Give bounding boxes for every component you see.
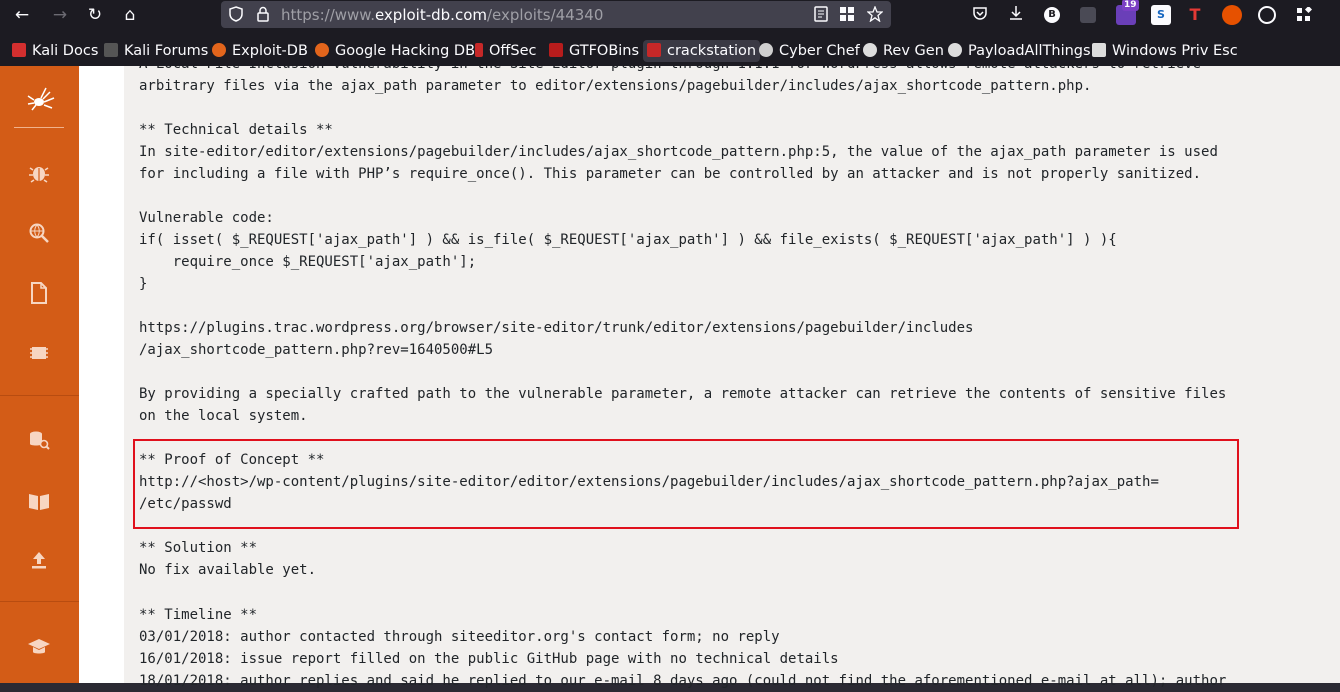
extension-puzzle-icon[interactable] — [1080, 7, 1096, 23]
code-line: No fix available yet. — [139, 562, 317, 578]
sidebar — [0, 66, 79, 683]
book-icon — [1092, 43, 1106, 57]
bookmark-label: Kali Docs — [32, 43, 99, 59]
bookmark-label: Exploit-DB — [232, 43, 308, 59]
pocket-icon[interactable] — [972, 5, 988, 21]
url-text[interactable]: https://www.exploit-db.com/exploits/4434… — [281, 6, 603, 24]
grid-icon[interactable] — [839, 6, 855, 22]
t-extension-icon[interactable]: T — [1185, 5, 1205, 25]
bookmark-label: Cyber Chef — [779, 43, 860, 59]
chip-icon[interactable] — [27, 341, 51, 365]
kali-docs-icon — [12, 43, 26, 57]
bookmark-label: Rev Gen — [883, 43, 944, 59]
back-icon[interactable]: ← — [10, 3, 34, 27]
ghdb-icon — [315, 43, 329, 57]
code-line: 03/01/2018: author contacted through sit… — [139, 629, 780, 645]
home-icon[interactable]: ⌂ — [118, 3, 142, 27]
sidebar-divider — [0, 395, 79, 396]
bookmark-windows-priv-esc[interactable]: Windows Priv Esc — [1092, 40, 1238, 62]
bookmark-label: Kali Forums — [124, 43, 209, 59]
profile-b-icon[interactable]: B — [1044, 7, 1060, 23]
code-line: } — [139, 276, 148, 292]
bookmark-label: Google Hacking DB — [335, 43, 476, 59]
bookmark-kali-forums[interactable]: Kali Forums — [104, 40, 208, 62]
code-heading: ** Timeline ** — [139, 607, 258, 623]
bookmark-label: Windows Priv Esc — [1112, 43, 1238, 59]
kali-forums-icon — [104, 43, 118, 57]
graduation-cap-icon[interactable] — [27, 635, 51, 659]
url-domain: exploit-db.com — [374, 6, 487, 24]
url-bar[interactable]: https://www.exploit-db.com/exploits/4434… — [221, 1, 891, 28]
proof-of-concept-highlight — [133, 439, 1239, 529]
url-path: /exploits/44340 — [487, 6, 604, 24]
extension-badge: 19 — [1122, 0, 1139, 11]
code-line: if( isset( $_REQUEST['ajax_path'] ) && i… — [139, 232, 1117, 248]
code-link-line: /ajax_shortcode_pattern.php?rev=1640500#… — [139, 342, 494, 358]
bookmark-exploit-db[interactable]: Exploit-DB — [212, 40, 308, 62]
bookmark-cyber-chef[interactable]: Cyber Chef — [759, 40, 860, 62]
bookmarks-bar: Kali Docs Kali Forums Exploit-DB Google … — [0, 38, 1340, 64]
cyber-chef-icon — [759, 43, 773, 57]
bookmark-rev-gen[interactable]: Rev Gen — [863, 40, 944, 62]
search-globe-icon[interactable] — [27, 221, 51, 245]
browser-toolbar: ← → ↻ ⌂ https://www.exploit-db.com/explo… — [0, 0, 1340, 30]
cookie-icon[interactable] — [1258, 6, 1276, 24]
exploit-db-logo-icon[interactable] — [24, 86, 56, 114]
database-search-icon[interactable] — [27, 428, 51, 452]
bookmark-kali-docs[interactable]: Kali Docs — [12, 40, 98, 62]
offsec-icon — [475, 43, 483, 57]
bookmark-label: crackstation — [667, 43, 757, 59]
foxyproxy-icon[interactable] — [1222, 5, 1242, 25]
bookmark-google-hacking-db[interactable]: Google Hacking DB — [315, 40, 475, 62]
upload-icon[interactable] — [27, 548, 51, 572]
exploit-db-icon — [212, 43, 226, 57]
bookmark-crackstation[interactable]: crackstation — [643, 40, 761, 62]
reload-icon[interactable]: ↻ — [83, 3, 107, 27]
s-extension-icon[interactable]: S — [1151, 5, 1171, 25]
bookmark-gtfobins[interactable]: GTFOBins — [549, 40, 639, 62]
code-line: By providing a specially crafted path to… — [139, 386, 1227, 402]
code-line: In site-editor/editor/extensions/pagebui… — [139, 144, 1218, 160]
bookmark-payloadallthings[interactable]: PayloadAllThings — [948, 40, 1091, 62]
bookmark-star-icon[interactable] — [867, 6, 883, 22]
bug-icon[interactable] — [27, 161, 51, 185]
bookmark-label: PayloadAllThings — [968, 43, 1091, 59]
file-icon[interactable] — [27, 281, 51, 305]
sidebar-divider — [14, 127, 64, 128]
code-line: arbitrary files via the ajax_path parame… — [139, 78, 1092, 94]
download-icon[interactable] — [1008, 5, 1024, 21]
extension-icon[interactable]: 19 — [1116, 0, 1139, 25]
lock-icon[interactable] — [257, 6, 269, 22]
skull-icon — [863, 43, 877, 57]
github-icon — [948, 43, 962, 57]
code-line: on the local system. — [139, 408, 308, 424]
code-line: require_once $_REQUEST['ajax_path']; — [139, 254, 477, 270]
extensions-menu-icon[interactable] — [1296, 7, 1312, 23]
code-line: 18/01/2018: author replies and said he r… — [139, 673, 1227, 689]
forward-icon[interactable]: → — [48, 3, 72, 27]
book-open-icon[interactable] — [27, 489, 51, 513]
sidebar-divider — [0, 601, 79, 602]
code-line: Vulnerable code: — [139, 210, 274, 226]
code-link-line: https://plugins.trac.wordpress.org/brows… — [139, 320, 974, 336]
shield-icon[interactable] — [229, 6, 243, 22]
code-line: for including a file with PHP’s require_… — [139, 166, 1202, 182]
url-prefix: https://www. — [281, 6, 375, 24]
code-heading: ** Solution ** — [139, 540, 258, 556]
bookmark-offsec[interactable]: OffSec — [475, 40, 537, 62]
code-line: 16/01/2018: issue report filled on the p… — [139, 651, 839, 667]
reader-view-icon[interactable] — [813, 6, 829, 22]
gtfobins-icon — [549, 43, 563, 57]
code-heading: ** Technical details ** — [139, 122, 333, 138]
crackstation-icon — [647, 43, 661, 57]
bookmark-label: GTFOBins — [569, 43, 640, 59]
bookmark-label: OffSec — [489, 43, 537, 59]
